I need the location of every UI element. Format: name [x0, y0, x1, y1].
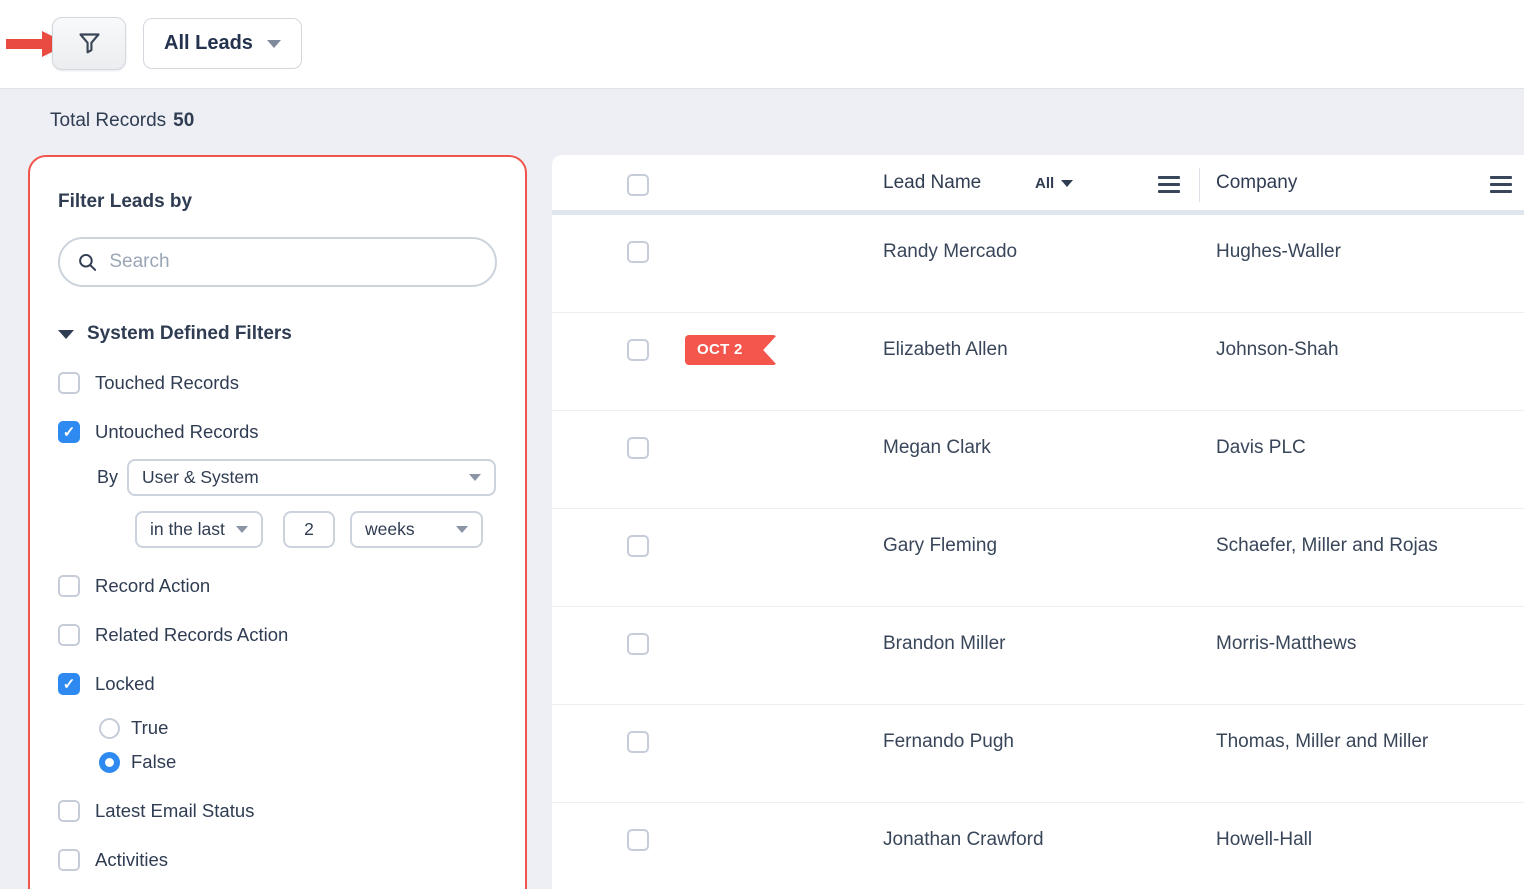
filter-item-related-records-action[interactable]: Related Records Action: [58, 624, 497, 646]
lead-name-column-menu-icon[interactable]: [1158, 176, 1180, 193]
filter-item-touched-records[interactable]: Touched Records: [58, 372, 497, 394]
row-checkbox[interactable]: [627, 731, 649, 753]
leads-page: All Leads Total Records 50 Filter Leads b…: [0, 0, 1524, 889]
company-column-header: Company: [1216, 172, 1298, 193]
system-filters-section-header[interactable]: System Defined Filters: [58, 323, 497, 345]
chevron-down-icon: [1061, 180, 1074, 187]
lead-name-cell[interactable]: Randy Mercado: [883, 241, 1017, 263]
table-row[interactable]: Fernando Pugh Thomas, Miller and Miller: [552, 705, 1524, 803]
table-row[interactable]: Jonathan Crawford Howell-Hall: [552, 803, 1524, 889]
table-row[interactable]: Gary Fleming Schaefer, Miller and Rojas: [552, 509, 1524, 607]
table-row[interactable]: OCT 2 Elizabeth Allen Johnson-Shah: [552, 313, 1524, 411]
row-checkbox[interactable]: [627, 437, 649, 459]
range-operator-select[interactable]: in the last: [135, 511, 263, 548]
toolbar: All Leads: [0, 0, 1524, 89]
lead-name-filter-dropdown[interactable]: All: [1035, 175, 1074, 192]
filter-item-locked[interactable]: ✓ Locked: [58, 673, 497, 695]
funnel-icon: [78, 33, 100, 54]
company-cell: Howell-Hall: [1216, 829, 1313, 850]
checkbox[interactable]: [58, 624, 80, 646]
chevron-down-icon: [236, 526, 248, 533]
table-row[interactable]: Brandon Miller Morris-Matthews: [552, 607, 1524, 705]
filter-item-record-action[interactable]: Record Action: [58, 575, 497, 597]
chevron-down-icon: [456, 526, 468, 533]
row-checkbox[interactable]: [627, 633, 649, 655]
untouched-range-row: in the last 2 weeks: [135, 511, 497, 548]
search-icon: [79, 253, 97, 271]
search-input[interactable]: [109, 251, 477, 273]
company-cell: Schaefer, Miller and Rojas: [1216, 535, 1438, 556]
lead-name-cell[interactable]: Brandon Miller: [883, 633, 1006, 655]
by-select-value: User & System: [142, 467, 259, 487]
checkbox-checked[interactable]: ✓: [58, 421, 80, 443]
company-column-menu-icon[interactable]: [1490, 176, 1512, 193]
filter-item-label: Locked: [95, 673, 155, 694]
lead-name-cell[interactable]: Fernando Pugh: [883, 731, 1014, 753]
table-row[interactable]: Randy Mercado Hughes-Waller: [552, 215, 1524, 313]
by-select[interactable]: User & System: [127, 459, 497, 496]
chevron-down-icon: [469, 474, 482, 481]
chevron-down-icon: [266, 39, 281, 48]
column-divider: [1199, 168, 1200, 202]
radio-label: True: [131, 717, 169, 738]
filter-item-label: Latest Email Status: [95, 800, 255, 821]
locked-option-true[interactable]: True: [99, 717, 497, 739]
by-label: By: [97, 467, 119, 487]
radio-unselected[interactable]: [99, 717, 120, 739]
range-value-input[interactable]: 2: [283, 511, 335, 548]
filter-item-label: Touched Records: [95, 372, 239, 393]
row-checkbox[interactable]: [627, 535, 649, 557]
company-cell: Johnson-Shah: [1216, 339, 1339, 360]
checkbox[interactable]: [58, 372, 80, 394]
lead-name-cell[interactable]: Jonathan Crawford: [883, 829, 1044, 851]
company-cell: Thomas, Miller and Miller: [1216, 731, 1429, 752]
row-checkbox[interactable]: [627, 829, 649, 851]
filter-button[interactable]: [52, 17, 126, 70]
checkbox-checked[interactable]: ✓: [58, 673, 80, 695]
radio-selected[interactable]: [99, 751, 120, 773]
lead-name-column-header: Lead Name: [883, 172, 982, 193]
collapse-caret-icon: [58, 329, 74, 339]
total-records-label: Total Records: [50, 110, 167, 131]
range-unit-value: weeks: [365, 519, 415, 539]
section-title: System Defined Filters: [87, 323, 292, 344]
company-cell: Morris-Matthews: [1216, 633, 1357, 654]
table-row[interactable]: Megan Clark Davis PLC: [552, 411, 1524, 509]
row-checkbox[interactable]: [627, 241, 649, 263]
range-operator-value: in the last: [150, 519, 225, 539]
lead-name-filter-value: All: [1035, 175, 1055, 192]
checkbox[interactable]: [58, 800, 80, 822]
select-all-checkbox[interactable]: [627, 174, 649, 196]
locked-option-false[interactable]: False: [99, 751, 497, 773]
company-cell: Hughes-Waller: [1216, 241, 1341, 262]
filter-search[interactable]: [58, 237, 497, 287]
checkbox[interactable]: [58, 575, 80, 597]
filter-item-untouched-records[interactable]: ✓ Untouched Records: [58, 421, 497, 443]
filter-item-label: Related Records Action: [95, 624, 289, 645]
filter-panel-title: Filter Leads by: [58, 191, 193, 212]
range-unit-select[interactable]: weeks: [350, 511, 483, 548]
lead-name-cell[interactable]: Gary Fleming: [883, 535, 997, 557]
leads-view-selector[interactable]: All Leads: [143, 18, 302, 69]
lead-name-cell[interactable]: Megan Clark: [883, 437, 991, 459]
filter-panel: Filter Leads by System Defined Filters T…: [28, 155, 527, 889]
lead-name-cell[interactable]: Elizabeth Allen: [883, 339, 1008, 361]
filter-item-label: Activities: [95, 849, 168, 870]
filter-item-label: Record Action: [95, 575, 211, 596]
checkbox[interactable]: [58, 849, 80, 871]
leads-table: Lead Name All Company Randy Mercado Hugh…: [552, 155, 1524, 889]
filter-item-latest-email-status[interactable]: Latest Email Status: [58, 800, 497, 822]
total-records: Total Records 50: [50, 110, 194, 132]
leads-view-label: All Leads: [164, 32, 253, 54]
date-flag-badge: OCT 2: [685, 335, 777, 365]
radio-label: False: [131, 751, 177, 772]
table-header: Lead Name All Company: [552, 155, 1524, 215]
untouched-by-row: By User & System: [97, 459, 497, 496]
total-records-value: 50: [173, 110, 195, 131]
company-cell: Davis PLC: [1216, 437, 1306, 458]
row-checkbox[interactable]: [627, 339, 649, 361]
filter-item-activities[interactable]: Activities: [58, 849, 497, 871]
filter-item-label: Untouched Records: [95, 421, 259, 442]
